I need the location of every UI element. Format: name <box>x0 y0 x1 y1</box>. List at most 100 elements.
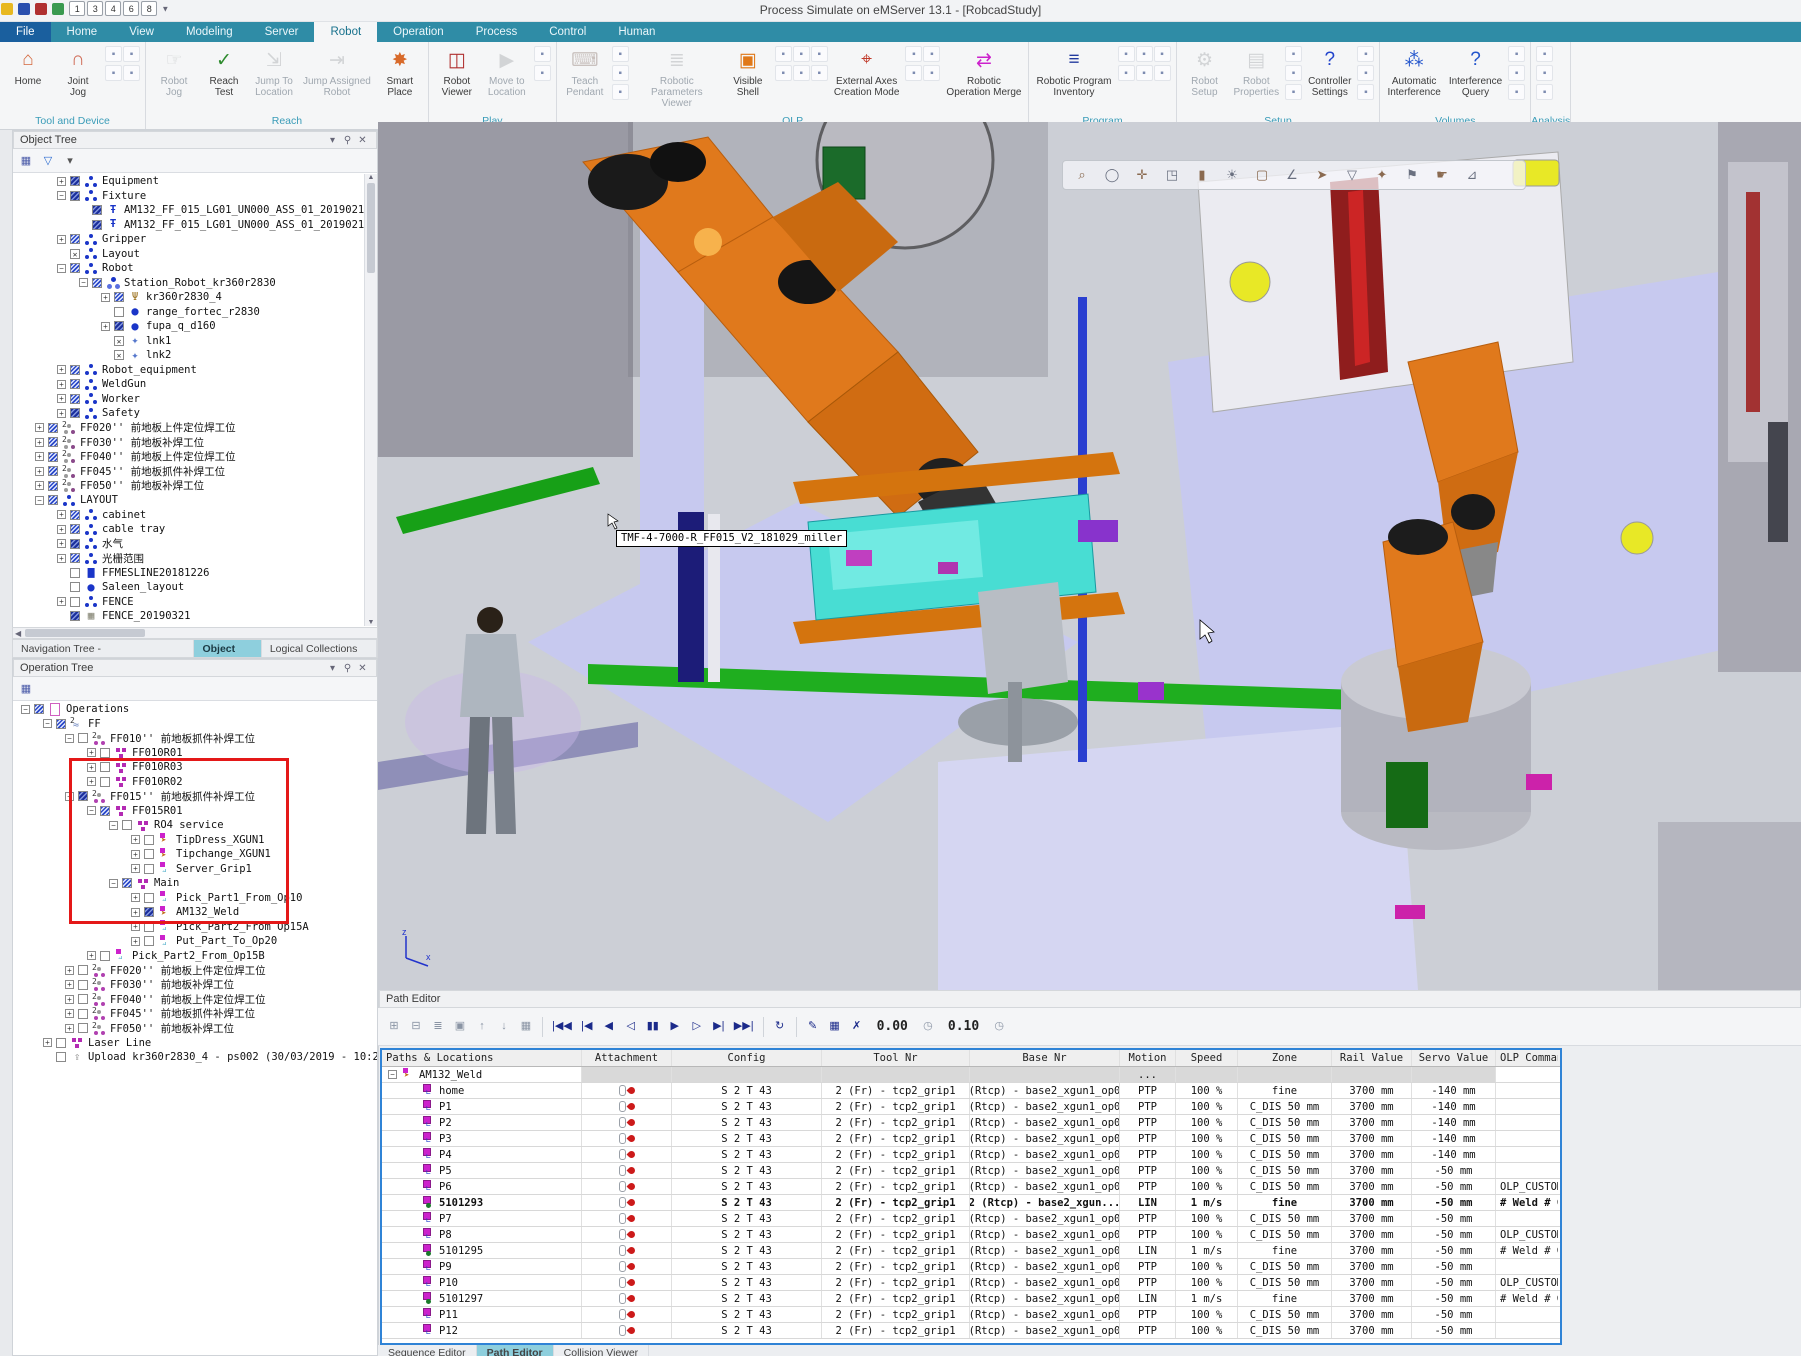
column-header[interactable]: Base Nr <box>970 1050 1120 1066</box>
path-row[interactable]: P7S 2 T 432 (Fr) - tcp2_grip12 (Rtcp) - … <box>382 1211 1560 1227</box>
operation-tree-item[interactable]: +FF045'' 前地板抓件补焊工位 <box>13 1007 377 1022</box>
table-edit-icon[interactable]: ▦ <box>825 1016 845 1038</box>
path-row[interactable]: P6S 2 T 432 (Fr) - tcp2_grip12 (Rtcp) - … <box>382 1179 1560 1195</box>
operation-tree-item[interactable]: +FF010R01 <box>13 746 377 761</box>
dock-tab-navigation-tree-am132-ff-20180802[interactable]: Navigation Tree - AM132_FF_20180802 <box>13 640 194 657</box>
expander-icon[interactable]: + <box>57 525 66 534</box>
operation-tree-item[interactable]: +Tipchange_XGUN1 <box>13 847 377 862</box>
column-header[interactable]: OLP Commands <box>1496 1050 1558 1066</box>
object-tree-item[interactable]: FFMESLINE20181226 <box>13 566 364 581</box>
robotic-program-inventory-button[interactable]: ≡Robotic Program Inventory <box>1032 44 1115 114</box>
operation-tree-item[interactable]: −FF015'' 前地板抓件补焊工位 <box>13 789 377 804</box>
columns-icon[interactable]: ▦ <box>17 152 35 170</box>
joint-jog-button[interactable]: ∩Joint Jog <box>53 44 103 114</box>
visibility-checkbox[interactable] <box>70 553 80 563</box>
visibility-checkbox[interactable] <box>70 539 80 549</box>
jump-forward-icon[interactable]: ▪ <box>534 46 551 62</box>
expander-icon[interactable]: + <box>57 177 66 186</box>
visibility-checkbox[interactable] <box>70 568 80 578</box>
visibility-checkbox[interactable] <box>70 176 80 186</box>
play-icon[interactable]: ▶ <box>665 1016 685 1038</box>
object-tree-item[interactable]: +cable tray <box>13 522 364 537</box>
object-tree-item[interactable]: +FF050'' 前地板补焊工位 <box>13 479 364 494</box>
caliper-icon[interactable]: ▪ <box>1357 84 1374 100</box>
next-segment-icon[interactable]: ▶| <box>709 1016 729 1038</box>
add-location-icon[interactable]: ⊞ <box>384 1016 404 1038</box>
expander-icon[interactable]: + <box>131 850 140 859</box>
object-tree-item[interactable]: +kr360r2830_4 <box>13 290 364 305</box>
operation-tree-item[interactable]: +FF040'' 前地板上件定位焊工位 <box>13 992 377 1007</box>
expander-icon[interactable]: + <box>131 908 140 917</box>
column-header[interactable]: Attachment <box>582 1050 672 1066</box>
operation-tree-item[interactable]: +Pick_Part2_From Op15A <box>13 920 377 935</box>
visibility-checkbox[interactable] <box>70 365 80 375</box>
move-up-icon[interactable]: ↑ <box>472 1016 492 1038</box>
swept-volume-icon[interactable]: ▪ <box>1508 46 1525 62</box>
interference-query-button[interactable]: ?Interference Query <box>1445 44 1506 114</box>
jump-start-icon[interactable]: |◀◀ <box>549 1016 575 1038</box>
spray-lines-icon[interactable]: ▪ <box>793 65 810 81</box>
visibility-checkbox[interactable] <box>122 878 132 888</box>
operation-tree-item[interactable]: +AM132_Weld <box>13 905 377 920</box>
visibility-checkbox[interactable] <box>114 307 124 317</box>
column-header[interactable]: Speed <box>1176 1050 1238 1066</box>
visibility-checkbox[interactable] <box>78 1023 88 1033</box>
column-header[interactable]: Motion <box>1120 1050 1176 1066</box>
worker-add-icon[interactable]: ▪ <box>105 65 122 81</box>
object-tree-item[interactable]: −LAYOUT <box>13 493 364 508</box>
visibility-checkbox[interactable] <box>70 597 80 607</box>
swept-robot-icon[interactable]: ▪ <box>1508 65 1525 81</box>
operation-tree-item[interactable]: +TipDress_XGUN1 <box>13 833 377 848</box>
view-cube-icon[interactable]: ◳ <box>1159 163 1185 187</box>
edit-location-icon[interactable]: ✎ <box>803 1016 823 1038</box>
object-tree-item[interactable]: +cabinet <box>13 508 364 523</box>
object-tree-item[interactable]: +Gripper <box>13 232 364 247</box>
expander-icon[interactable]: + <box>35 467 44 476</box>
visibility-checkbox[interactable] <box>100 762 110 772</box>
copy-list-icon[interactable]: ▣ <box>450 1016 470 1038</box>
dock-tab-logical-collections-tree[interactable]: Logical Collections Tree <box>262 640 377 657</box>
operation-tree-item[interactable]: +FF050'' 前地板补焊工位 <box>13 1021 377 1036</box>
operation-tree-item[interactable]: −Main <box>13 876 377 891</box>
visibility-checkbox[interactable] <box>114 292 124 302</box>
torch-flat-icon[interactable]: ▪ <box>793 46 810 62</box>
expander-icon[interactable]: + <box>57 394 66 403</box>
grab-robot-icon[interactable]: ✦ <box>1369 163 1395 187</box>
object-tree-item[interactable]: +Robot_equipment <box>13 363 364 378</box>
clock-gear-icon[interactable]: ▪ <box>1285 46 1302 62</box>
object-tree-item[interactable]: AM132_FF_015_LG01_UN000_ASS_01_20190218 <box>13 203 364 218</box>
operation-tree-item[interactable]: Upload kr360r2830_4 - ps002 (30/03/2019 … <box>13 1050 377 1065</box>
object-tree-item[interactable]: +Worker <box>13 392 364 407</box>
operation-tree-item[interactable]: −RO4 service <box>13 818 377 833</box>
slide-icon[interactable]: ▪ <box>923 65 940 81</box>
expander-icon[interactable]: − <box>65 734 74 743</box>
close-icon[interactable]: ✕ <box>355 135 370 146</box>
visibility-checkbox[interactable] <box>56 1038 66 1048</box>
close-icon[interactable]: ✕ <box>355 663 370 674</box>
visibility-checkbox[interactable] <box>92 205 102 215</box>
volume-arc-icon[interactable]: ▪ <box>1508 84 1525 100</box>
text-edit-icon[interactable]: ▪ <box>612 84 629 100</box>
path-row[interactable]: homeS 2 T 432 (Fr) - tcp2_grip12 (Rtcp) … <box>382 1083 1560 1099</box>
select-cursor-icon[interactable]: ➤ <box>1309 163 1335 187</box>
object-tree-horizontal-scrollbar[interactable]: ◀ <box>12 627 378 639</box>
visibility-checkbox[interactable] <box>92 220 102 230</box>
controller-settings-button[interactable]: ?Controller Settings <box>1304 44 1355 114</box>
record-list-icon[interactable]: ≣ <box>428 1016 448 1038</box>
path-row[interactable]: −AM132_Weld... <box>382 1067 1560 1083</box>
expander-icon[interactable]: + <box>35 452 44 461</box>
zoom-in-icon[interactable]: ⌕ <box>1069 163 1095 187</box>
ribbon-tab-process[interactable]: Process <box>460 22 534 42</box>
visibility-checkbox[interactable] <box>48 423 58 433</box>
column-header[interactable]: Tool Nr <box>822 1050 970 1066</box>
operation-tree-item[interactable]: +Laser Line <box>13 1036 377 1051</box>
expander-icon[interactable]: + <box>57 510 66 519</box>
visibility-checkbox[interactable] <box>122 820 132 830</box>
visibility-checkbox[interactable] <box>144 835 154 845</box>
column-header[interactable]: Zone <box>1238 1050 1332 1066</box>
visibility-checkbox[interactable] <box>48 466 58 476</box>
program-upload-icon[interactable]: ▪ <box>1118 46 1135 62</box>
pin-icon[interactable]: ⚲ <box>340 663 355 674</box>
path-row[interactable]: P11S 2 T 432 (Fr) - tcp2_grip12 (Rtcp) -… <box>382 1307 1560 1323</box>
path-edit-icon[interactable]: ▪ <box>612 65 629 81</box>
